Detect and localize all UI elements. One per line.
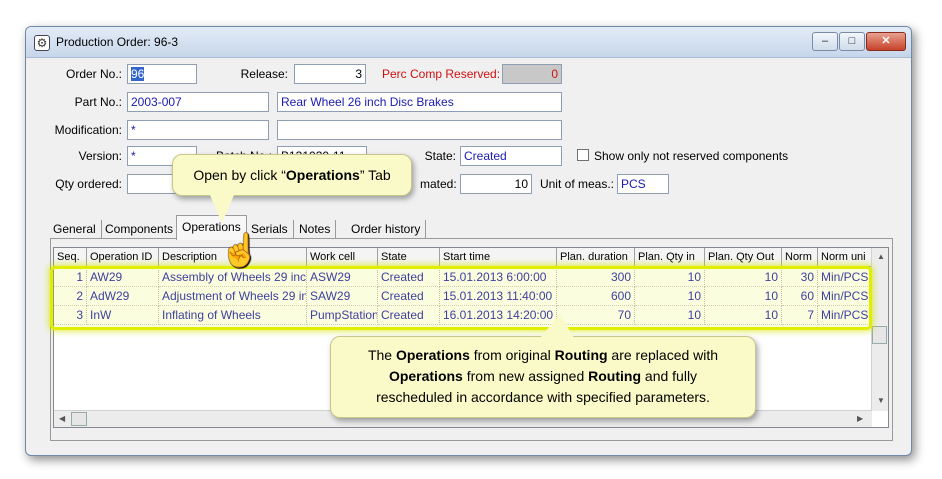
- vertical-scrollbar[interactable]: ▲ ▼: [871, 248, 888, 411]
- table-row-1-operation-id[interactable]: AW29: [87, 268, 159, 287]
- release-field[interactable]: 3: [294, 64, 366, 84]
- perc-comp-field: 0: [502, 64, 562, 84]
- table-row-2-norm[interactable]: 60: [782, 287, 818, 306]
- part-no-label: Part No.:: [74, 95, 122, 109]
- table-row-3-plan-qty-out[interactable]: 10: [705, 306, 782, 325]
- qty-ordered-label: Qty ordered:: [55, 177, 122, 191]
- column-header-norm-unit[interactable]: Norm uni: [818, 248, 872, 267]
- table-row-3-norm-unit[interactable]: Min/PCS: [818, 306, 872, 325]
- title-bar: ⚙ Production Order: 96-3 ‒ □ ✕: [26, 27, 911, 58]
- scroll-left-icon[interactable]: ◀: [59, 414, 65, 423]
- table-row-3-seq[interactable]: 3: [54, 306, 87, 325]
- close-button[interactable]: ✕: [866, 32, 906, 51]
- table-row-1-norm-unit[interactable]: Min/PCS: [818, 268, 872, 287]
- table-row-1-work-cell[interactable]: ASW29: [307, 268, 378, 287]
- minimize-button[interactable]: ‒: [812, 32, 838, 51]
- column-header-operation-id[interactable]: Operation ID: [87, 248, 159, 267]
- unit-of-meas-field[interactable]: PCS: [617, 174, 669, 194]
- part-description-field[interactable]: Rear Wheel 26 inch Disc Brakes: [277, 92, 562, 112]
- state-label: State:: [424, 149, 456, 163]
- callout-open-operations: Open by click “Operations” Tab: [172, 154, 412, 196]
- perc-comp-label: Perc Comp Reserved:: [382, 67, 501, 81]
- part-no-field[interactable]: 2003-007: [127, 92, 269, 112]
- table-row-2-plan-duration[interactable]: 600: [557, 287, 635, 306]
- table-row-1-plan-duration[interactable]: 300: [557, 268, 635, 287]
- table-row-3-state[interactable]: Created: [378, 306, 440, 325]
- column-header-state[interactable]: State: [378, 248, 440, 267]
- show-not-reserved-checkbox[interactable]: [577, 149, 589, 161]
- column-header-seq[interactable]: Seq.: [54, 248, 87, 267]
- hand-pointer-icon: ☝: [220, 232, 260, 268]
- order-no-label: Order No.:: [65, 67, 122, 81]
- estimated-label: mated:: [420, 177, 457, 191]
- callout-pointer-top: [210, 195, 234, 223]
- column-header-plan-duration[interactable]: Plan. duration: [557, 248, 635, 267]
- callout-pointer-bottom: [540, 314, 574, 338]
- column-header-plan-qty-out[interactable]: Plan. Qty Out: [705, 248, 782, 267]
- scroll-right-icon[interactable]: ▶: [857, 414, 863, 423]
- modification-desc-field[interactable]: [277, 120, 562, 140]
- table-row-2-norm-unit[interactable]: Min/PCS: [818, 287, 872, 306]
- show-not-reserved-label: Show only not reserved components: [594, 149, 789, 163]
- tab-notes[interactable]: Notes: [294, 220, 337, 239]
- column-header-plan-qty-in[interactable]: Plan. Qty in: [635, 248, 705, 267]
- table-row-3-description[interactable]: Inflating of Wheels: [159, 306, 307, 325]
- table-row-2-work-cell[interactable]: SAW29: [307, 287, 378, 306]
- table-row-2-plan-qty-out[interactable]: 10: [705, 287, 782, 306]
- window-title: Production Order: 96-3: [56, 35, 179, 49]
- column-header-norm[interactable]: Norm: [782, 248, 818, 267]
- table-row-1-plan-qty-out[interactable]: 10: [705, 268, 782, 287]
- table-row-1-state[interactable]: Created: [378, 268, 440, 287]
- table-row-2-start-time[interactable]: 15.01.2013 11:40:00: [440, 287, 557, 306]
- tab-general[interactable]: General: [48, 220, 102, 239]
- maximize-button[interactable]: □: [839, 32, 865, 51]
- table-row-3-plan-qty-in[interactable]: 10: [635, 306, 705, 325]
- tab-components[interactable]: Components: [100, 220, 180, 239]
- table-row-1-description[interactable]: Assembly of Wheels 29 inch: [159, 268, 307, 287]
- table-row-2-state[interactable]: Created: [378, 287, 440, 306]
- table-row-3-work-cell[interactable]: PumpStation: [307, 306, 378, 325]
- release-label: Release:: [240, 67, 288, 81]
- version-label: Version:: [78, 149, 122, 163]
- modification-label: Modification:: [54, 123, 122, 137]
- state-field[interactable]: Created: [460, 146, 562, 166]
- table-row-2-description[interactable]: Adjustment of Wheels 29 inc: [159, 287, 307, 306]
- table-row-1-seq[interactable]: 1: [54, 268, 87, 287]
- table-row-3-norm[interactable]: 7: [782, 306, 818, 325]
- vertical-scroll-thumb[interactable]: [872, 326, 887, 344]
- modification-field[interactable]: *: [127, 120, 269, 140]
- order-no-field[interactable]: 96: [127, 64, 197, 84]
- table-row-2-seq[interactable]: 2: [54, 287, 87, 306]
- table-row-2-operation-id[interactable]: AdW29: [87, 287, 159, 306]
- scroll-up-icon[interactable]: ▲: [877, 252, 885, 261]
- table-row-1-start-time[interactable]: 15.01.2013 6:00:00: [440, 268, 557, 287]
- table-row-1-plan-qty-in[interactable]: 10: [635, 268, 705, 287]
- table-row-1-norm[interactable]: 30: [782, 268, 818, 287]
- unit-of-meas-label: Unit of meas.:: [539, 177, 614, 191]
- horizontal-scroll-thumb[interactable]: [71, 412, 87, 426]
- table-row-2-plan-qty-in[interactable]: 10: [635, 287, 705, 306]
- column-header-work-cell[interactable]: Work cell: [307, 248, 378, 267]
- scroll-down-icon[interactable]: ▼: [877, 396, 885, 405]
- tab-order-history[interactable]: Order history: [346, 220, 427, 239]
- app-gear-icon: ⚙: [34, 35, 50, 51]
- column-header-start-time[interactable]: Start time: [440, 248, 557, 267]
- table-row-3-operation-id[interactable]: InW: [87, 306, 159, 325]
- callout-operations-replaced: The Operations from original Routing are…: [330, 336, 756, 418]
- estimated-field[interactable]: 10: [460, 174, 532, 194]
